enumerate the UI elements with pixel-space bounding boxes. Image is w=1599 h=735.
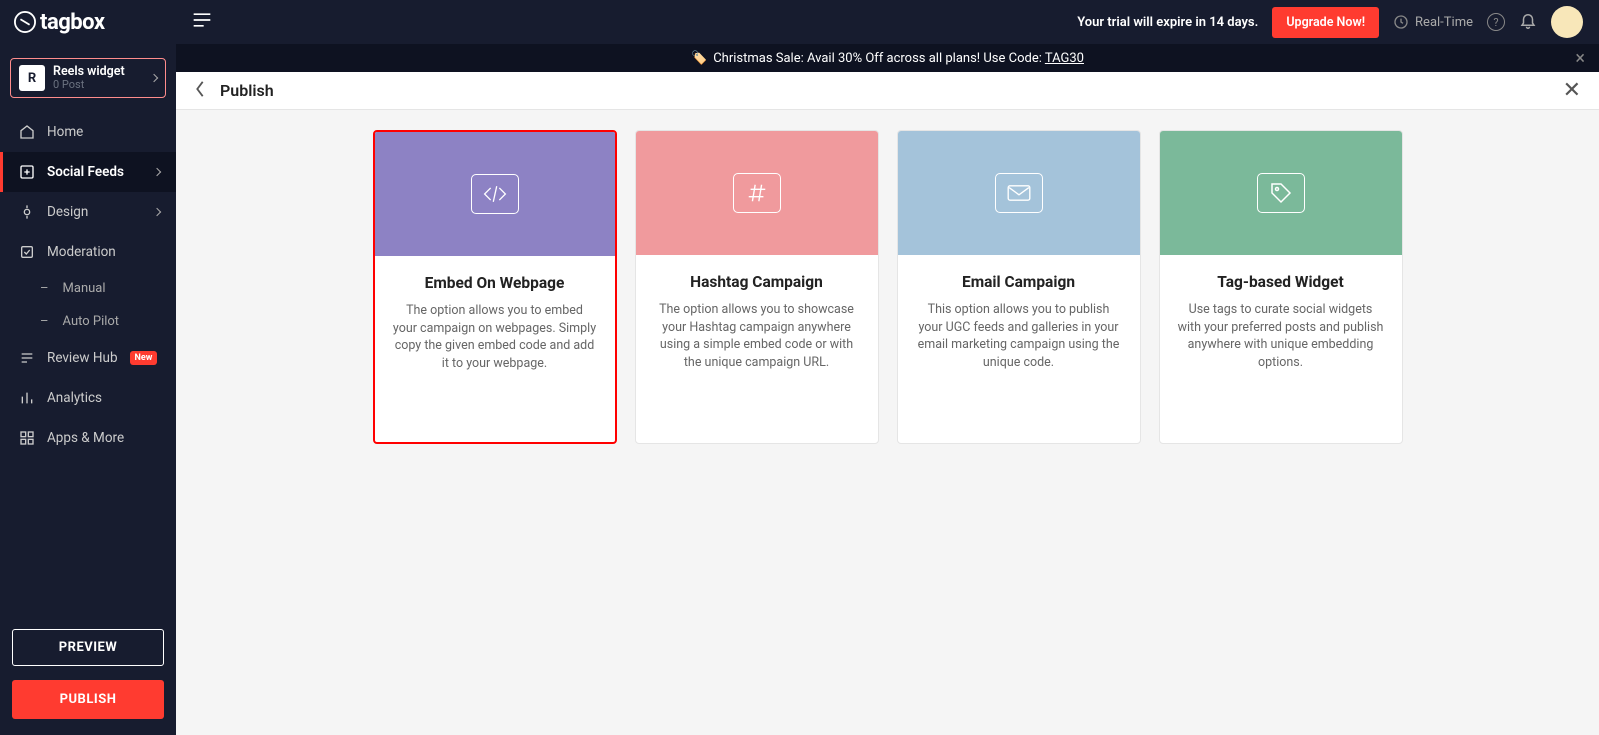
sidebar-item-label: Home — [47, 124, 83, 140]
widget-selector[interactable]: R Reels widget 0 Post — [10, 58, 166, 98]
sidebar-item-label: Analytics — [47, 390, 102, 406]
card-email-campaign[interactable]: Email Campaign This option allows you to… — [897, 130, 1141, 444]
sidebar-item-label: Apps & More — [47, 430, 124, 446]
logo-icon — [14, 11, 36, 33]
card-embed-on-webpage[interactable]: Embed On Webpage The option allows you t… — [373, 130, 617, 444]
sidebar-item-social-feeds[interactable]: Social Feeds — [0, 152, 176, 192]
upgrade-button[interactable]: Upgrade Now! — [1272, 7, 1379, 38]
sidebar-item-home[interactable]: Home — [0, 112, 176, 152]
brand-logo[interactable]: tagbox — [0, 0, 176, 44]
sidebar: tagbox R Reels widget 0 Post Home Social… — [0, 0, 176, 735]
sidebar-item-review-hub[interactable]: Review Hub New — [0, 338, 176, 378]
realtime-toggle[interactable]: Real-Time — [1393, 14, 1473, 30]
sidebar-actions: PREVIEW PUBLISH — [12, 629, 164, 719]
sidebar-item-label: Manual — [63, 281, 106, 296]
promo-close-button[interactable]: × — [1575, 48, 1585, 69]
widget-avatar: R — [19, 65, 45, 91]
content-area: Embed On Webpage The option allows you t… — [176, 110, 1599, 735]
chevron-right-icon — [153, 168, 161, 176]
sidebar-item-design[interactable]: Design — [0, 192, 176, 232]
card-description: The option allows you to embed your camp… — [393, 302, 597, 372]
email-icon — [995, 173, 1043, 213]
sidebar-item-moderation[interactable]: Moderation — [0, 232, 176, 272]
publish-options: Embed On Webpage The option allows you t… — [176, 130, 1599, 444]
home-icon — [19, 124, 35, 140]
review-icon — [19, 350, 35, 366]
sidebar-nav: Home Social Feeds Design Moderation Manu… — [0, 106, 176, 458]
sidebar-item-label: Review Hub — [47, 350, 118, 366]
hashtag-icon — [733, 173, 781, 213]
moderation-icon — [19, 244, 35, 260]
page-header: Publish ✕ — [176, 72, 1599, 110]
promo-text: Christmas Sale: Avail 30% Off across all… — [713, 51, 1084, 66]
chevron-left-icon — [194, 80, 206, 98]
card-tag-based-widget[interactable]: Tag-based Widget Use tags to curate soci… — [1159, 130, 1403, 444]
page-title: Publish — [220, 81, 274, 100]
sidebar-item-analytics[interactable]: Analytics — [0, 378, 176, 418]
tag-icon — [1257, 173, 1305, 213]
bell-icon — [1519, 11, 1537, 29]
sidebar-item-apps-more[interactable]: Apps & More — [0, 418, 176, 458]
promo-code-link[interactable]: TAG30 — [1045, 51, 1084, 66]
sidebar-item-label: Design — [47, 204, 88, 220]
preview-button[interactable]: PREVIEW — [12, 629, 164, 666]
card-description: The option allows you to showcase your H… — [654, 301, 860, 371]
widget-title: Reels widget — [53, 65, 143, 79]
design-icon — [19, 204, 35, 220]
back-button[interactable] — [194, 80, 206, 102]
sidebar-item-label: Auto Pilot — [63, 314, 120, 329]
user-avatar[interactable] — [1551, 6, 1583, 38]
menu-toggle-button[interactable] — [192, 12, 212, 32]
clock-icon — [1393, 14, 1409, 30]
close-button[interactable]: ✕ — [1563, 78, 1581, 103]
publish-button[interactable]: PUBLISH — [12, 680, 164, 719]
widget-subtitle: 0 Post — [53, 79, 143, 91]
analytics-icon — [19, 390, 35, 406]
new-badge: New — [130, 351, 158, 365]
main: Your trial will expire in 14 days. Upgra… — [176, 0, 1599, 735]
trial-status: Your trial will expire in 14 days. — [1077, 15, 1258, 30]
sale-tag-icon: 🏷️ — [691, 51, 707, 66]
topbar: Your trial will expire in 14 days. Upgra… — [176, 0, 1599, 44]
card-hashtag-campaign[interactable]: Hashtag Campaign The option allows you t… — [635, 130, 879, 444]
hamburger-icon — [192, 12, 212, 28]
sidebar-subitem-auto-pilot[interactable]: Auto Pilot — [0, 305, 176, 338]
card-description: This option allows you to publish your U… — [916, 301, 1122, 371]
card-description: Use tags to curate social widgets with y… — [1178, 301, 1384, 371]
card-title: Email Campaign — [916, 273, 1122, 291]
promo-banner: 🏷️ Christmas Sale: Avail 30% Off across … — [176, 44, 1599, 72]
help-button[interactable]: ? — [1487, 13, 1505, 31]
notifications-button[interactable] — [1519, 11, 1537, 33]
realtime-label: Real-Time — [1415, 15, 1473, 30]
code-icon — [471, 174, 519, 214]
feed-icon — [19, 164, 35, 180]
card-title: Hashtag Campaign — [654, 273, 860, 291]
brand-name: tagbox — [40, 10, 105, 35]
card-title: Tag-based Widget — [1178, 273, 1384, 291]
sidebar-subitem-manual[interactable]: Manual — [0, 272, 176, 305]
sidebar-item-label: Social Feeds — [47, 164, 124, 180]
sidebar-item-label: Moderation — [47, 244, 116, 260]
apps-icon — [19, 430, 35, 446]
chevron-right-icon — [150, 74, 158, 82]
card-title: Embed On Webpage — [393, 274, 597, 292]
chevron-right-icon — [153, 208, 161, 216]
